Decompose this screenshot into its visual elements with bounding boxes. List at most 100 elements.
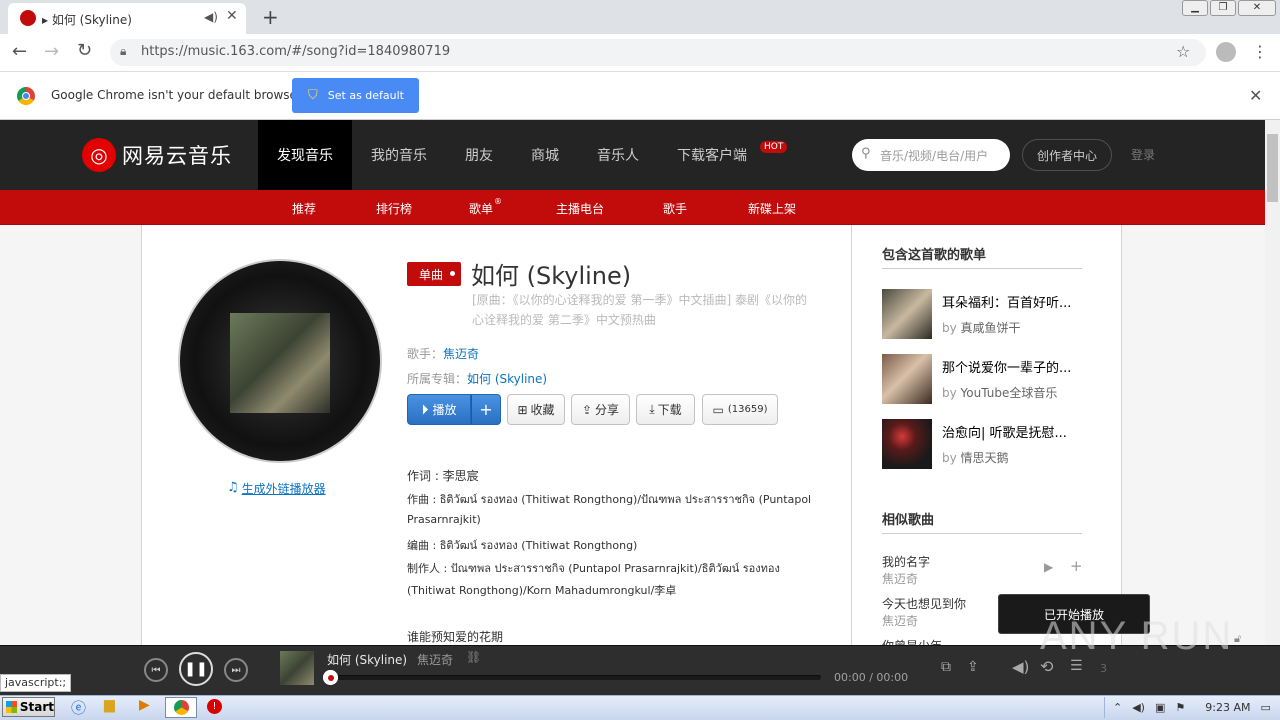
volume-icon[interactable]: ◀) xyxy=(1012,658,1029,676)
minimize-button[interactable]: ▁ xyxy=(1182,0,1208,16)
player-song-title[interactable]: 如何 (Skyline) xyxy=(327,651,407,668)
playlist-item[interactable]: 耳朵福利：百首好听... by 真咸鱼饼干 xyxy=(882,289,1082,339)
new-tab-icon[interactable]: + xyxy=(262,5,279,29)
playlist-item[interactable]: 那个说爱你一辈子的... by YouTube全球音乐 xyxy=(882,354,1082,404)
playlist-name[interactable]: 耳朵福利：百首好听... xyxy=(942,292,1071,311)
playlist-author[interactable]: 情思天鹅 xyxy=(961,451,1009,465)
playlist-name[interactable]: 那个说爱你一辈子的... xyxy=(942,357,1071,376)
progress-knob[interactable] xyxy=(323,670,338,685)
playlist-name[interactable]: 治愈向| 听歌是抚慰... xyxy=(942,422,1067,441)
close-tab-icon[interactable]: ✕ xyxy=(226,8,238,24)
pause-button[interactable]: ❚❚ xyxy=(179,652,213,686)
subnav-charts[interactable]: 排行榜 xyxy=(376,200,412,217)
infobar-close-icon[interactable]: ✕ xyxy=(1249,86,1262,105)
speaker-icon[interactable]: ◀) xyxy=(204,10,218,24)
picture-in-picture-icon[interactable]: ⧉ xyxy=(941,659,951,675)
scrollbar-thumb[interactable] xyxy=(1267,134,1278,202)
chrome-taskbar-button[interactable] xyxy=(165,697,197,718)
artist-link[interactable]: 焦迈奇 xyxy=(443,347,479,361)
album-link[interactable]: 如何 (Skyline) xyxy=(467,372,547,386)
comments-button[interactable]: ▭ (13659) xyxy=(702,394,778,425)
album-art xyxy=(230,313,330,413)
nav-my-music[interactable]: 我的音乐 xyxy=(371,145,427,165)
by-label: by xyxy=(942,451,957,465)
reload-icon[interactable]: ↻ xyxy=(77,40,92,61)
playlist-cover xyxy=(882,419,932,469)
windows-logo-icon xyxy=(6,701,17,713)
forward-icon[interactable]: → xyxy=(44,41,59,62)
maximize-button[interactable]: ❐ xyxy=(1210,0,1236,16)
play-small-icon[interactable]: ▶ xyxy=(1044,560,1053,574)
tray-flag-icon[interactable]: ⚑ xyxy=(1175,701,1185,714)
tray-expand-icon[interactable]: ⌃ xyxy=(1113,701,1122,714)
artist-label: 歌手： xyxy=(407,347,444,361)
progress-track[interactable] xyxy=(327,675,821,680)
media-player-icon[interactable]: ▶ xyxy=(139,697,150,713)
subnav-artists[interactable]: 歌手 xyxy=(663,200,687,217)
download-button[interactable]: ⤓ 下载 xyxy=(636,394,695,425)
nav-musician[interactable]: 音乐人 xyxy=(597,145,639,165)
ie-icon[interactable]: ⓔ xyxy=(71,697,86,718)
add-to-list-button[interactable]: + xyxy=(471,394,501,425)
lyric-line: 作曲 : ธิติวัฒน์ รองทอง (Thitiwat Rongthon… xyxy=(407,493,812,506)
explorer-icon[interactable]: ▆ xyxy=(104,697,115,713)
subnav-playlists[interactable]: 歌单 xyxy=(469,200,493,217)
tray-volume-icon[interactable]: ◀) xyxy=(1132,701,1145,714)
play-button[interactable]: ⏵ 播放 xyxy=(407,394,471,425)
nav-download[interactable]: 下载客户端 xyxy=(677,145,747,165)
player-artist[interactable]: 焦迈奇 xyxy=(417,651,453,668)
tray-network-icon[interactable]: ▣ xyxy=(1155,701,1165,714)
similar-song-name[interactable]: 今天也想见到你 xyxy=(882,595,966,612)
search-box[interactable]: ⚲ 音乐/视频/电台/用户 xyxy=(852,139,1010,171)
menu-dots-icon[interactable]: ⋮ xyxy=(1252,42,1268,61)
play-circle-icon: ⏵ xyxy=(421,401,429,418)
link-icon[interactable]: ⛓ xyxy=(466,650,481,664)
chrome-logo-icon xyxy=(17,87,35,105)
playlist-author[interactable]: 真咸鱼饼干 xyxy=(961,321,1021,335)
similar-song-name[interactable]: 我的名字 xyxy=(882,553,930,570)
address-bar[interactable]: 🔒︎ https://music.163.com/#/song?id=18409… xyxy=(110,39,1206,66)
generate-player-link[interactable]: ♫ 生成外链播放器 xyxy=(227,480,326,497)
playlist-author[interactable]: YouTube全球音乐 xyxy=(961,386,1058,400)
profile-avatar[interactable] xyxy=(1216,42,1236,62)
back-icon[interactable]: ← xyxy=(12,41,27,62)
browser-tab[interactable]: ▸ 如何 (Skyline) ◀) ✕ xyxy=(8,3,246,34)
download-label: 下载 xyxy=(657,403,682,417)
player-cover[interactable] xyxy=(280,651,314,685)
opera-icon[interactable]: ! xyxy=(207,699,222,714)
subnav-recommend[interactable]: 推荐 xyxy=(292,200,316,217)
next-button[interactable]: ⏭ xyxy=(224,658,248,682)
lyric-line: Prasarnrajkit) xyxy=(407,513,481,526)
album-row: 所属专辑：如何 (Skyline) xyxy=(407,370,547,387)
anyrun-watermark: ANY RUN xyxy=(1040,608,1240,668)
creator-center-button[interactable]: 创作者中心 xyxy=(1022,139,1112,171)
prev-button[interactable]: ⏮ xyxy=(144,658,168,682)
login-link[interactable]: 登录 xyxy=(1131,146,1155,163)
bookmark-star-icon[interactable]: ☆ xyxy=(1176,42,1190,61)
share-button[interactable]: ⇪ 分享 xyxy=(571,394,630,425)
page-scrollbar[interactable] xyxy=(1265,120,1280,645)
nav-mall[interactable]: 商城 xyxy=(531,145,559,165)
playlist-item[interactable]: 治愈向| 听歌是抚慰... by 情思天鹅 xyxy=(882,419,1082,469)
subnav-new-albums[interactable]: 新碟上架 xyxy=(748,200,796,217)
nav-discover[interactable]: 发现音乐 xyxy=(277,145,333,165)
start-button[interactable]: Start xyxy=(2,697,55,717)
similar-song-name[interactable]: 你曾是少年 xyxy=(882,637,942,645)
add-small-icon[interactable]: + xyxy=(1070,557,1083,575)
similar-song[interactable]: 我的名字 焦迈奇 ▶ + xyxy=(882,553,1083,587)
close-window-button[interactable]: ✕ xyxy=(1238,0,1276,16)
similar-song-artist[interactable]: 焦迈奇 xyxy=(882,612,918,629)
shield-icon: ⛉ xyxy=(308,88,318,103)
lyric-line: 编曲 : ธิติวัฒน์ รองทอง (Thitiwat Rongthon… xyxy=(407,539,638,552)
playlists-title: 包含这首歌的歌单 xyxy=(882,248,987,263)
site-logo[interactable]: ◎ 网易云音乐 xyxy=(82,138,232,172)
nav-friends[interactable]: 朋友 xyxy=(465,145,493,165)
search-icon: ⚲ xyxy=(861,146,871,161)
collect-button[interactable]: ⊞ 收藏 xyxy=(507,394,565,425)
subnav-radio[interactable]: 主播电台 xyxy=(556,200,604,217)
show-desktop-icon[interactable]: ▭ xyxy=(1260,701,1270,714)
share-player-icon[interactable]: ⇪ xyxy=(967,659,979,675)
collect-label: 收藏 xyxy=(530,403,555,417)
set-default-button[interactable]: ⛉ Set as default xyxy=(292,78,419,113)
similar-song-artist[interactable]: 焦迈奇 xyxy=(882,570,918,587)
